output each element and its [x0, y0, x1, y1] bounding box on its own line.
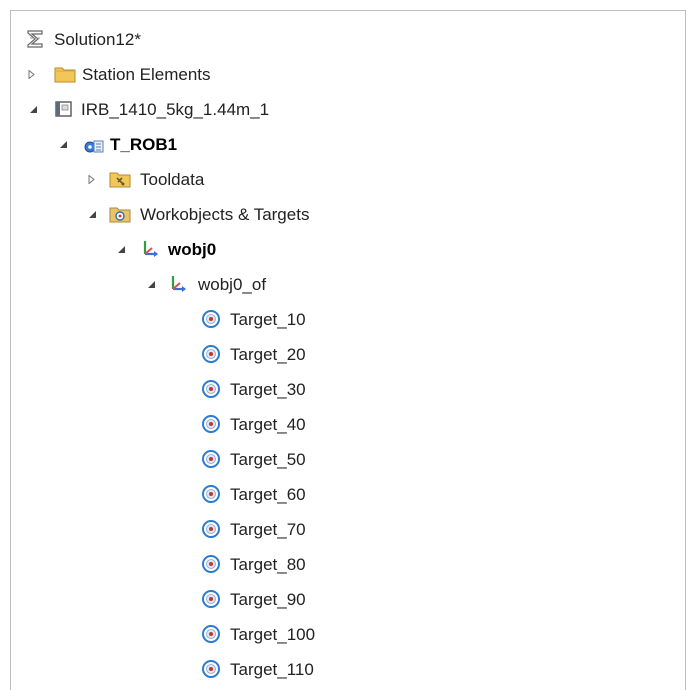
target-icon [200, 659, 222, 679]
frame-icon [139, 239, 161, 259]
collapse-arrow-icon[interactable] [59, 140, 68, 149]
collapse-arrow-icon[interactable] [117, 245, 126, 254]
tree-item-target[interactable]: Target_60 [11, 480, 685, 508]
tree-item-label: wobj0 [168, 240, 217, 259]
tree-item-label: Target_70 [230, 520, 306, 539]
target-icon [200, 484, 222, 504]
target-icon [200, 519, 222, 539]
tree-item-label: IRB_1410_5kg_1.44m_1 [81, 100, 270, 119]
tree-item-target[interactable]: Target_20 [11, 340, 685, 368]
target-icon [200, 344, 222, 364]
collapse-arrow-icon[interactable] [147, 280, 156, 289]
expand-arrow-icon[interactable] [87, 175, 96, 184]
folder-icon [54, 64, 76, 84]
tree-item-label: Target_20 [230, 345, 306, 364]
tree-item-label: Target_100 [230, 625, 316, 644]
solution-icon [25, 29, 47, 49]
tree-item-wobj0-of[interactable]: wobj0_of [11, 270, 685, 298]
tree-item-label: wobj0_of [198, 275, 267, 294]
task-icon [83, 134, 105, 154]
tree-item-label: Target_60 [230, 485, 306, 504]
collapse-arrow-icon[interactable] [88, 210, 97, 219]
tree-item-robot[interactable]: IRB_1410_5kg_1.44m_1 [11, 95, 685, 123]
tree-item-label: Target_110 [230, 660, 314, 679]
target-icon [200, 309, 222, 329]
tree-item-task[interactable]: T_ROB1 [11, 130, 685, 158]
tree-item-target[interactable]: Target_30 [11, 375, 685, 403]
tree-item-label: Solution12* [54, 30, 141, 49]
tree-item-workobjects-targets[interactable]: Workobjects & Targets [11, 200, 685, 228]
tree-item-solution[interactable]: Solution12* [11, 25, 685, 53]
tree-item-target[interactable]: Target_110 [11, 655, 685, 683]
target-icon [200, 414, 222, 434]
tree-item-target[interactable]: Target_70 [11, 515, 685, 543]
tree-item-target[interactable]: Target_80 [11, 550, 685, 578]
tree-item-wobj0[interactable]: wobj0 [11, 235, 685, 263]
tree-item-tooldata[interactable]: Tooldata [11, 165, 685, 193]
tree-item-station-elements[interactable]: Station Elements [11, 60, 685, 88]
tree-item-label: Target_50 [230, 450, 306, 469]
tree-item-label: T_ROB1 [110, 135, 178, 154]
tree-item-target[interactable]: Target_90 [11, 585, 685, 613]
tooldata-folder-icon [109, 169, 131, 189]
tree-item-target[interactable]: Target_100 [11, 620, 685, 648]
frame-icon [167, 274, 189, 294]
tree-item-label: Target_40 [230, 415, 306, 434]
robot-controller-icon [53, 99, 75, 119]
target-icon [200, 624, 222, 644]
tree-item-label: Tooldata [140, 170, 205, 189]
tree-item-target[interactable]: Target_50 [11, 445, 685, 473]
target-icon [200, 449, 222, 469]
layout-browser-panel: Solution12* Station Elements IRB_1410_5k… [10, 10, 686, 690]
collapse-arrow-icon[interactable] [29, 105, 38, 114]
target-icon [200, 554, 222, 574]
workobjects-folder-icon [109, 204, 131, 224]
tree-item-label: Target_30 [230, 380, 306, 399]
tree-item-label: Station Elements [82, 65, 211, 84]
target-icon [200, 589, 222, 609]
tree-item-label: Target_10 [230, 310, 306, 329]
tree-item-label: Workobjects & Targets [140, 205, 310, 224]
expand-arrow-icon[interactable] [27, 70, 36, 79]
tree-item-target[interactable]: Target_10 [11, 305, 685, 333]
tree-item-label: Target_80 [230, 555, 306, 574]
target-icon [200, 379, 222, 399]
tree-item-label: Target_90 [230, 590, 306, 609]
tree-item-target[interactable]: Target_40 [11, 410, 685, 438]
